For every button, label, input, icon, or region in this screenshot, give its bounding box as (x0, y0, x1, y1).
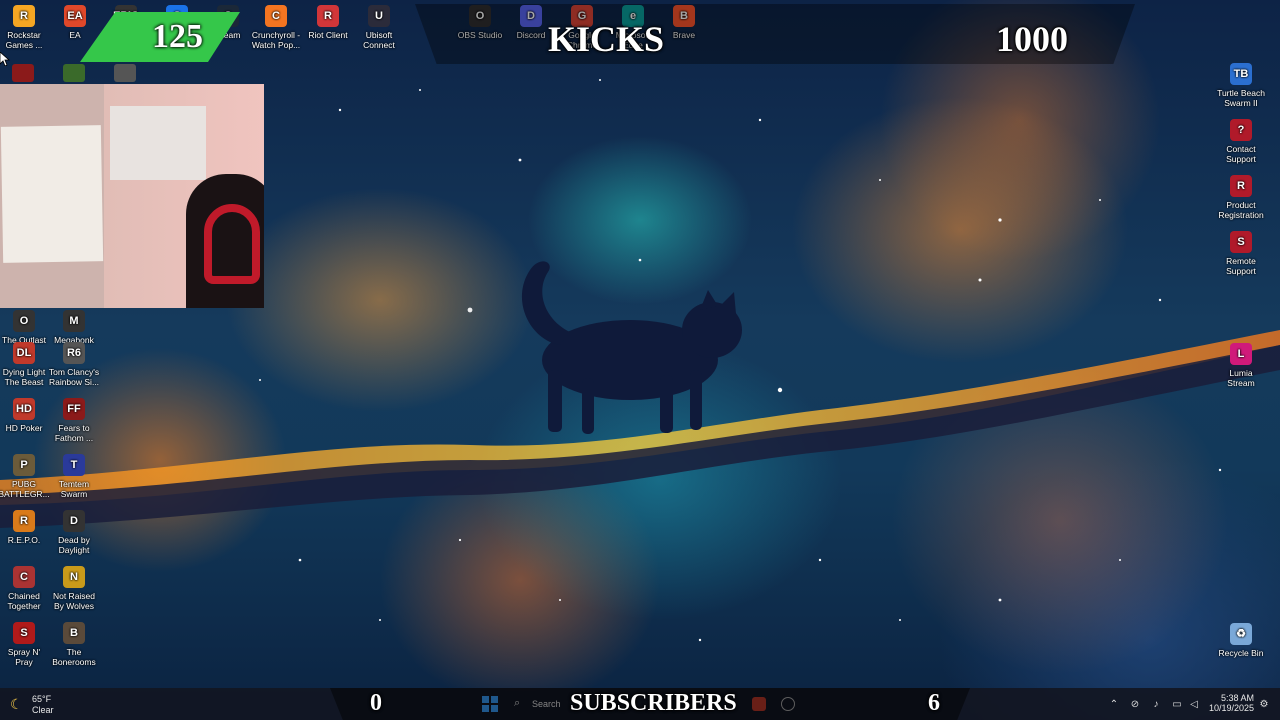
desktop-shortcut-recycle-bin[interactable]: ♻ Recycle Bin (1215, 623, 1267, 658)
megabonk-icon: M (63, 310, 85, 332)
webcam-paper (0, 125, 104, 263)
desktop-shortcut-dead-by-daylight[interactable]: D Dead by Daylight (48, 510, 100, 555)
temtem-swarm-icon: T (63, 454, 85, 476)
the-outlast-trials-icon: O (13, 310, 35, 332)
subscribers-goal: 6 (928, 690, 940, 716)
microphone-icon[interactable]: ♪ (1150, 699, 1162, 711)
product-registration-icon: R (1230, 175, 1252, 197)
desktop-shortcut-label: Remote Support (1226, 256, 1256, 276)
dead-by-daylight-icon: D (63, 510, 85, 532)
desktop-shortcut-label: Dead by Daylight (58, 535, 90, 555)
mouse-cursor-icon (0, 52, 10, 66)
clock-time: 5:38 AM (1220, 693, 1254, 703)
desktop-shortcut-fears-to-fathom[interactable]: FF Fears to Fathom ... (48, 398, 100, 443)
pubg-battlegr-icon: P (13, 454, 35, 476)
desktop-shortcut-rockstar-games[interactable]: R Rockstar Games ... (0, 5, 50, 50)
desktop-shortcut-not-raised-by-wolves[interactable]: N Not Raised By Wolves (48, 566, 100, 611)
riot-client-icon: R (317, 5, 339, 27)
desktop-shortcut-label: Dying Light The Beast (2, 367, 46, 387)
desktop-shortcut-label: Crunchyroll - Watch Pop... (251, 30, 301, 50)
kicks-count-badge: 125 (80, 12, 240, 62)
kicks-count: 125 (152, 18, 203, 55)
desktop-shortcut-dying-light-the-beast[interactable]: DL Dying Light The Beast (0, 342, 50, 387)
desktop-shortcut-label: Product Registration (1218, 200, 1264, 220)
remote-support-icon: S (1230, 231, 1252, 253)
crunchyroll-watch-pop-icon: C (265, 5, 287, 27)
desktop-shortcut-label: Ubisoft Connect (363, 30, 395, 50)
lumia-stream-icon: L (1230, 343, 1252, 365)
contact-support-icon: ? (1230, 119, 1252, 141)
desktop-shortcut-label: Spray N' Pray (7, 647, 41, 667)
desktop-shortcut-label: Contact Support (1226, 144, 1256, 164)
chevron-up-icon[interactable]: ⌃ (1108, 699, 1120, 711)
desktop-shortcut-product-registration[interactable]: R Product Registration (1215, 175, 1267, 220)
desktop-shortcut-turtle-beach-swarm-ii[interactable]: TB Turtle Beach Swarm II (1215, 63, 1267, 108)
desktop-shortcut-spray-n-pray[interactable]: S Spray N' Pray (0, 622, 50, 667)
recycle-bin-icon: ♻ (1230, 623, 1252, 645)
desktop-shortcut-ubisoft-connect[interactable]: U Ubisoft Connect (353, 5, 405, 50)
desktop-shortcut-r-e-p-o[interactable]: R R.E.P.O. (0, 510, 50, 545)
clock-date: 10/19/2025 (1208, 703, 1254, 713)
desktop-shortcut-label: Temtem Swarm (58, 479, 90, 499)
desktop-shortcut-label: PUBG BATTLEGR... (0, 479, 50, 499)
desktop-shortcut-lumia-stream[interactable]: L Lumia Stream (1215, 343, 1267, 388)
desktop-shortcut-contact-support[interactable]: ? Contact Support (1215, 119, 1267, 164)
kicks-label: KICKS (548, 19, 665, 59)
fears-to-fathom-icon: FF (63, 398, 85, 420)
desktop-shortcut-label: Tom Clancy's Rainbow Si... (48, 367, 100, 387)
desktop-shortcut-hd-poker[interactable]: HD HD Poker (0, 398, 50, 433)
moon-icon: ☾ (10, 696, 23, 712)
desktop-shortcut-label: Not Raised By Wolves (52, 591, 96, 611)
chained-together-icon: C (13, 566, 35, 588)
desktop-shortcut-label: Turtle Beach Swarm II (1217, 88, 1265, 108)
desktop-shortcut-riot-client[interactable]: R Riot Client (302, 5, 354, 40)
desktop-shortcut-megabonk[interactable]: M Megabonk (48, 310, 100, 345)
display-icon[interactable]: ▭ (1171, 699, 1183, 711)
desktop-shortcut-label: R.E.P.O. (7, 535, 41, 545)
desktop-shortcut-chained-together[interactable]: C Chained Together (0, 566, 50, 611)
subscribers-count: 0 (370, 690, 382, 716)
weather-desc: Clear (32, 705, 54, 715)
desktop-shortcut-temtem-swarm[interactable]: T Temtem Swarm (48, 454, 100, 499)
desktop-shortcut-label: Chained Together (7, 591, 41, 611)
desktop-shortcut-tom-clancy-s-rainbow-si[interactable]: R6 Tom Clancy's Rainbow Si... (48, 342, 100, 387)
webcam-whiteboard (110, 106, 206, 180)
the-bonerooms-icon: B (63, 622, 85, 644)
hd-poker-icon: HD (13, 398, 35, 420)
subscribers-label: SUBSCRIBERS (570, 690, 737, 716)
rockstar-games-icon: R (13, 5, 35, 27)
dying-light-the-beast-icon: DL (13, 342, 35, 364)
tom-clancy-s-rainbow-si-icon: R6 (63, 342, 85, 364)
notifications-icon[interactable]: ⚙ (1258, 699, 1270, 711)
weather-temp: 65°F (32, 694, 52, 704)
desktop-shortcut-small-3[interactable] (114, 64, 136, 82)
not-raised-by-wolves-icon: N (63, 566, 85, 588)
desktop-shortcut-small-1[interactable] (12, 64, 34, 82)
desktop-shortcut-remote-support[interactable]: S Remote Support (1215, 231, 1267, 276)
network-off-icon[interactable]: ⊘ (1129, 699, 1141, 711)
desktop-shortcut-small-2[interactable] (63, 64, 85, 82)
turtle-beach-swarm-ii-icon: TB (1230, 63, 1252, 85)
desktop-shortcut-the-bonerooms[interactable]: B The Bonerooms (48, 622, 100, 667)
ubisoft-connect-icon: U (368, 5, 390, 27)
webcam-person (186, 174, 264, 308)
desktop-shortcut-crunchyroll-watch-pop[interactable]: C Crunchyroll - Watch Pop... (250, 5, 302, 50)
r-e-p-o-icon: R (13, 510, 35, 532)
volume-icon[interactable]: ◁ (1188, 699, 1200, 711)
desktop-shortcut-label: Fears to Fathom ... (54, 423, 94, 443)
kicks-goal: 1000 (996, 19, 1068, 59)
desktop-shortcut-label: HD Poker (5, 423, 43, 433)
desktop-shortcut-label: Lumia Stream (1227, 368, 1255, 388)
spray-n-pray-icon: S (13, 622, 35, 644)
desktop-shortcut-label: The Bonerooms (52, 647, 96, 667)
desktop-shortcut-pubg-battlegr[interactable]: P PUBG BATTLEGR... (0, 454, 50, 499)
desktop-shortcut-label: Recycle Bin (1218, 648, 1264, 658)
webcam-feed (0, 84, 264, 308)
clock[interactable]: 5:38 AM 10/19/2025 (1204, 693, 1254, 717)
desktop-shortcut-label: Riot Client (308, 30, 348, 40)
desktop-shortcut-label: Rockstar Games ... (5, 30, 43, 50)
weather-widget[interactable]: ☾ 65°F Clear (10, 693, 60, 717)
